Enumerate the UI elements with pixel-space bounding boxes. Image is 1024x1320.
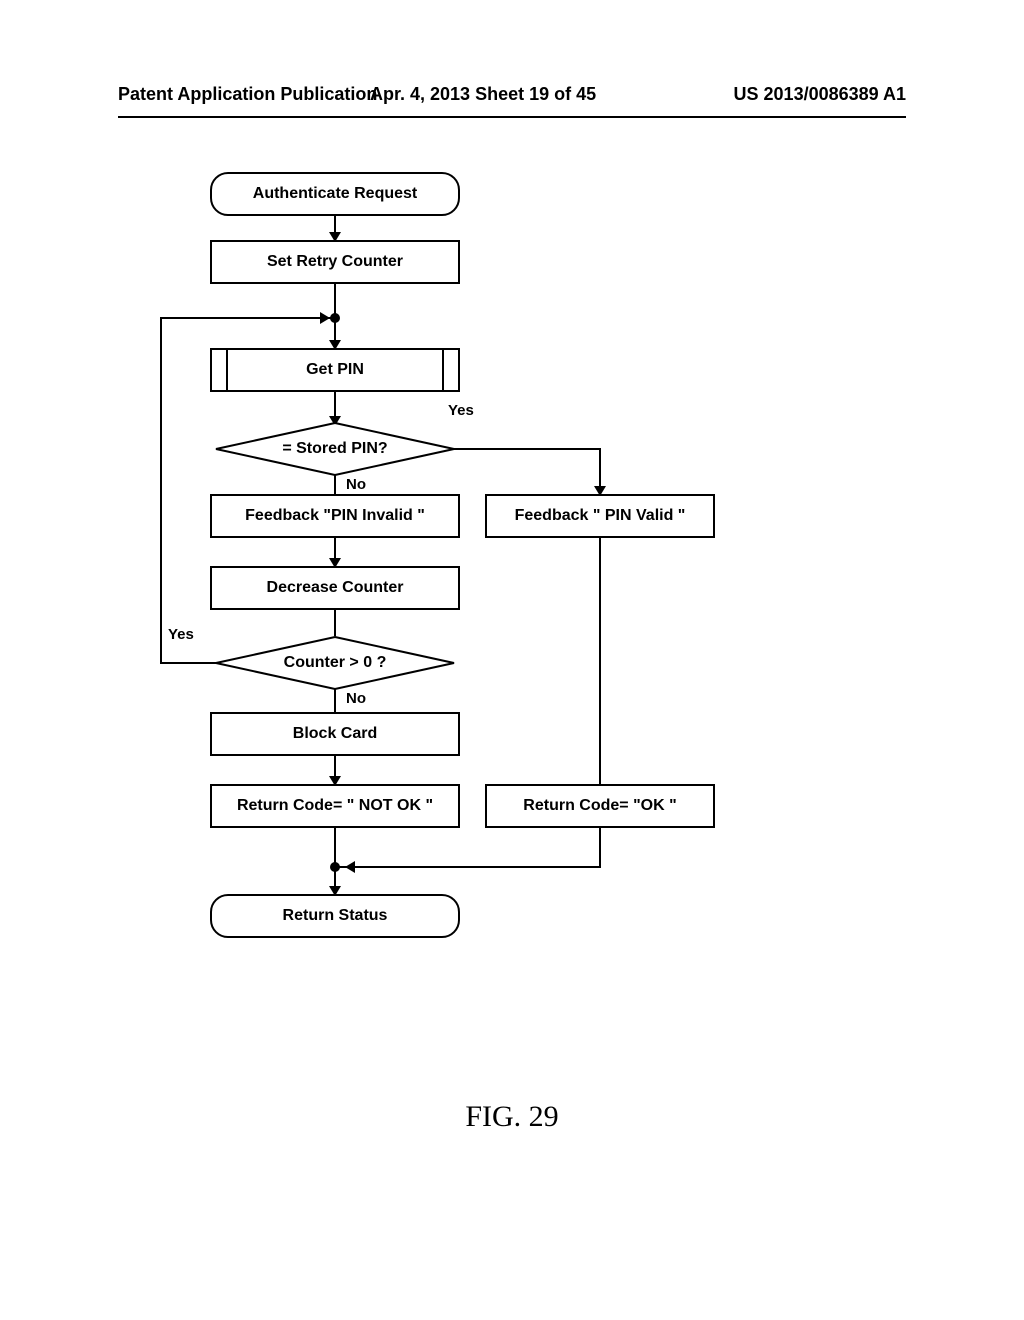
header-publication: Patent Application Publication — [118, 84, 377, 105]
node-get-pin: Get PIN — [210, 348, 460, 392]
node-feedback-invalid: Feedback "PIN Invalid " — [210, 494, 460, 538]
connector — [160, 317, 162, 664]
figure-label: FIG. 29 — [0, 1100, 1024, 1134]
connector — [334, 610, 336, 636]
header-pubnumber: US 2013/0086389 A1 — [734, 84, 906, 105]
node-label: Set Retry Counter — [267, 253, 403, 271]
node-label: Decrease Counter — [267, 579, 404, 597]
node-label: Return Code= "OK " — [523, 797, 676, 815]
node-counter-decision: Counter > 0 ? — [215, 636, 455, 690]
node-return-notok: Return Code= " NOT OK " — [210, 784, 460, 828]
connector — [334, 474, 336, 496]
node-block-card: Block Card — [210, 712, 460, 756]
node-label: Block Card — [293, 725, 377, 743]
connector — [599, 828, 601, 868]
branch-label-no: No — [346, 476, 366, 493]
node-set-retry-counter: Set Retry Counter — [210, 240, 460, 284]
header-date-sheet: Apr. 4, 2013 Sheet 19 of 45 — [370, 84, 596, 105]
header-divider — [118, 116, 906, 118]
connector — [599, 538, 601, 784]
node-feedback-valid: Feedback " PIN Valid " — [485, 494, 715, 538]
node-decrease-counter: Decrease Counter — [210, 566, 460, 610]
node-label: Feedback "PIN Invalid " — [245, 507, 425, 525]
node-return-ok: Return Code= "OK " — [485, 784, 715, 828]
node-label: Authenticate Request — [253, 185, 417, 203]
node-label: Return Code= " NOT OK " — [237, 797, 433, 815]
node-label: Feedback " PIN Valid " — [515, 507, 686, 525]
branch-label-yes: Yes — [168, 626, 194, 643]
node-label: Counter > 0 ? — [284, 654, 387, 672]
connector — [334, 688, 336, 712]
connector — [160, 317, 255, 319]
arrow-left-icon — [345, 861, 355, 873]
branch-label-yes: Yes — [448, 402, 474, 419]
node-label: Return Status — [283, 907, 388, 925]
node-label: = Stored PIN? — [282, 440, 387, 458]
node-return-status: Return Status — [210, 894, 460, 938]
node-stored-pin-decision: = Stored PIN? — [215, 422, 455, 476]
connector — [335, 866, 601, 868]
connector — [160, 662, 216, 664]
connector — [454, 448, 600, 450]
branch-label-no: No — [346, 690, 366, 707]
arrow-right-icon — [320, 312, 330, 324]
node-authenticate-request: Authenticate Request — [210, 172, 460, 216]
flowchart: Authenticate Request Set Retry Counter G… — [0, 160, 1024, 1060]
node-label: Get PIN — [306, 361, 364, 379]
